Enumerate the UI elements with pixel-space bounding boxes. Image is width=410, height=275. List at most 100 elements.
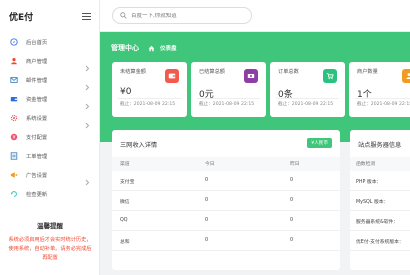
sidebar-item-label: 商户管理 [26, 58, 48, 65]
list-item: 优E付·支付系统版本： [350, 231, 410, 251]
sidebar-item[interactable]: 后台首页 [0, 32, 99, 51]
table-cell: 0 [290, 218, 294, 223]
table-row: 总和 0 0 [112, 231, 340, 251]
stat-label: 商户数量 [357, 69, 378, 75]
search-input[interactable] [131, 12, 241, 19]
notice-box: 温馨提醒 系统必须启用后才会实时统计历史，使用系统，自动补单。请务必完成后再配置 [6, 220, 94, 263]
stat-card: 商户数量 1个 截止：2021-08-09 22:15 [349, 62, 410, 117]
menu-toggle-icon[interactable] [82, 12, 91, 20]
chevron-right-icon [85, 95, 90, 110]
breadcrumb-current[interactable]: 仪表盘 [160, 44, 177, 52]
stat-timestamp: 截止：2021-08-09 22:15 [278, 102, 334, 107]
stat-label: 已结算总额 [199, 69, 225, 75]
server-info-label: PHP 版本： [356, 180, 382, 185]
table-cell: 0 [290, 238, 294, 243]
table-cell: QQ [120, 218, 128, 223]
table-cell: 支付宝 [120, 180, 135, 185]
ad-icon [10, 171, 18, 179]
sidebar-item[interactable]: 检查更新 [0, 184, 99, 203]
stat-label: 未结算金额 [120, 69, 146, 75]
table-row: 微信 0 0 [112, 191, 340, 211]
divider [355, 98, 410, 99]
user-icon [10, 57, 18, 65]
cart-icon [323, 69, 337, 83]
column-header: 今日 [205, 162, 215, 167]
stat-card: 未结算金额 ¥0 截止：2021-08-09 22:15 [112, 62, 187, 117]
sidebar-item-label: 工单管理 [26, 153, 48, 160]
compass-icon [10, 37, 18, 46]
server-title: 站点服务器信息 [358, 142, 402, 149]
server-info-label: 服务器系统&软件： [356, 220, 399, 225]
divider [118, 98, 181, 99]
stat-timestamp: 截止：2021-08-09 22:15 [120, 102, 176, 107]
sidebar-item-label: 系统设置 [26, 115, 48, 122]
table-cell: 0 [205, 218, 209, 223]
sidebar-item[interactable]: 资金管理 [0, 89, 99, 110]
sidebar-nav: 后台首页商户管理邮件管理资金管理系统设置 ¥ 支付配置工单管理广告设置检查更新 [0, 32, 99, 203]
sidebar-item[interactable]: 广告设置 [0, 165, 99, 186]
list-item: PHP 版本： [350, 171, 410, 191]
pay-icon: ¥ [10, 133, 18, 141]
wallet-icon [10, 95, 18, 103]
column-header: 渠道 [120, 162, 130, 167]
divider [197, 98, 260, 99]
stat-card: 订单总数 0条 截止：2021-08-09 22:15 [270, 62, 345, 117]
brand-name: 优E付 [9, 12, 34, 23]
home-icon[interactable] [148, 45, 155, 52]
currency-badge: ¥人民币 [307, 138, 332, 148]
stat-card: 已结算总额 0元 截止：2021-08-09 22:15 [191, 62, 266, 117]
brand: 优E付 [0, 0, 99, 32]
column-header: 函数检测 [356, 162, 376, 167]
stat-label: 订单总数 [278, 69, 299, 75]
gear-icon [10, 114, 18, 122]
chevron-right-icon [85, 114, 90, 129]
table-cell: 0 [290, 178, 294, 183]
sidebar-item[interactable]: 系统设置 [0, 108, 99, 129]
sidebar-item-label: 后台首页 [26, 39, 48, 46]
sidebar-item[interactable]: 邮件管理 [0, 70, 99, 91]
column-header: 昨日 [290, 162, 300, 167]
page-title: 管理中心 [111, 44, 139, 52]
table-cell: 微信 [120, 200, 130, 205]
income-title: 三网收入详情 [120, 142, 158, 149]
chevron-right-icon [85, 57, 90, 72]
money-icon [244, 69, 258, 83]
stat-timestamp: 截止：2021-08-09 22:15 [199, 102, 255, 107]
income-table-header: 渠道 今日 昨日 [112, 157, 340, 171]
server-panel: 站点服务器信息 函数检测 PHP 版本： MySQL 版本： 服务器系统&软件： 优E… [350, 130, 410, 270]
server-info-label: 优E付·支付系统版本： [356, 240, 404, 245]
sidebar-item-label: 资金管理 [26, 96, 48, 103]
server-table-header: 函数检测 [350, 157, 410, 171]
sidebar: 优E付 后台首页商户管理邮件管理资金管理系统设置 ¥ 支付配置工单管理广告设置检查更… [0, 0, 100, 275]
wallet-icon [165, 69, 179, 83]
table-row: QQ 0 0 [112, 211, 340, 231]
sidebar-item[interactable]: 商户管理 [0, 51, 99, 72]
mail-icon [10, 76, 18, 84]
income-panel: 三网收入详情 ¥人民币 渠道 今日 昨日 支付宝 0 0 微信 0 0 QQ 0 0 总和 0 0 [112, 130, 340, 270]
svg-text:¥: ¥ [12, 134, 15, 140]
sidebar-item[interactable]: 工单管理 [0, 146, 99, 165]
search-icon [120, 12, 127, 19]
table-cell: 0 [290, 198, 294, 203]
notice-title: 温馨提醒 [37, 222, 63, 230]
sidebar-item-label: 支付配置 [26, 134, 48, 141]
table-row: 支付宝 0 0 [112, 171, 340, 191]
stat-timestamp: 截止：2021-08-09 22:15 [357, 102, 410, 107]
divider [276, 98, 339, 99]
list-item: 服务器系统&软件： [350, 211, 410, 231]
ticket-icon [10, 151, 18, 160]
list-item: MySQL 版本： [350, 191, 410, 211]
users-icon [402, 69, 410, 83]
chevron-right-icon [85, 171, 90, 186]
notice-text: 系统必须启用后才会实时统计历史，使用系统，自动补单。请务必完成后再配置 [8, 237, 92, 261]
top-bar [100, 0, 410, 32]
search-box[interactable] [112, 7, 252, 24]
table-cell: 总和 [120, 240, 130, 245]
stat-value: ¥0 [120, 87, 132, 97]
table-cell: 0 [205, 198, 209, 203]
sidebar-item-label: 检查更新 [26, 191, 48, 198]
chevron-right-icon [85, 76, 90, 91]
update-icon [10, 190, 18, 198]
server-info-label: MySQL 版本： [356, 200, 389, 205]
sidebar-item[interactable]: ¥ 支付配置 [0, 127, 99, 146]
